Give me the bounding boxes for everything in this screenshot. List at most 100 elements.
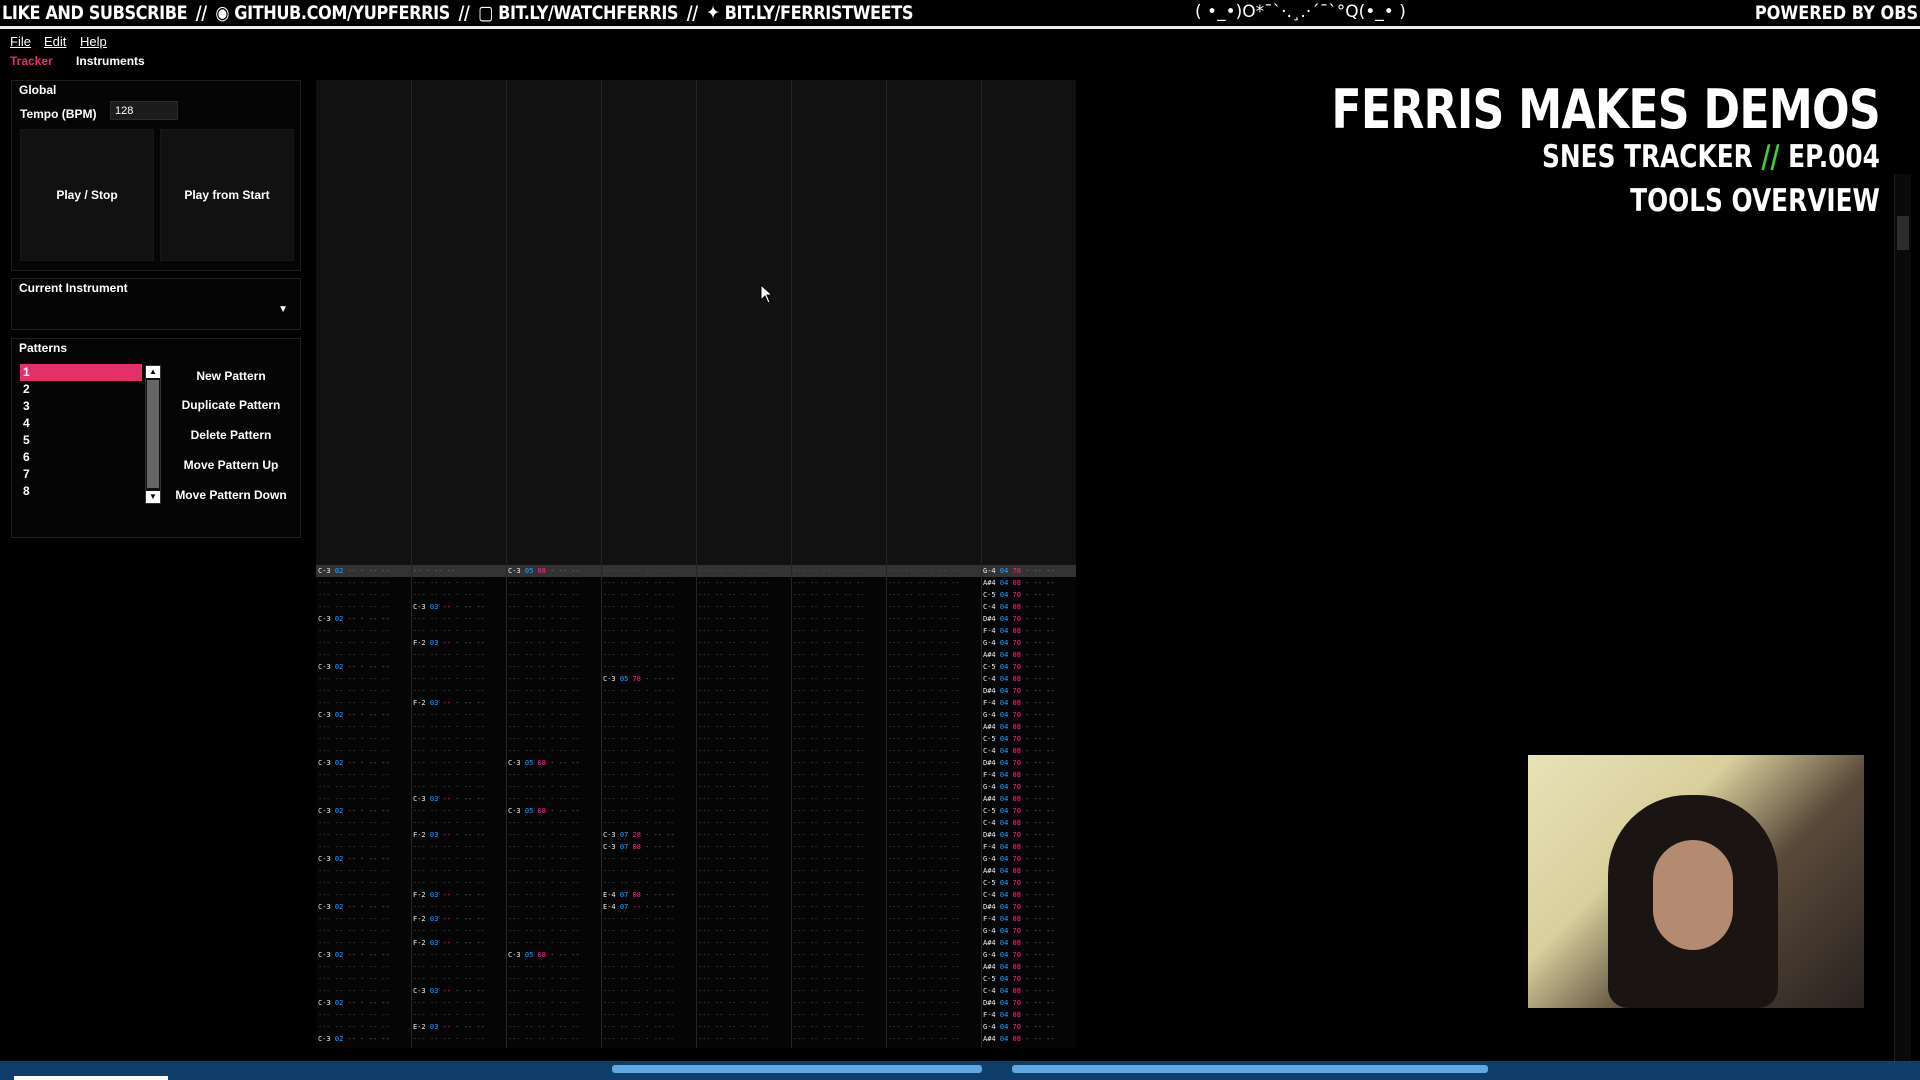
tracker-cell[interactable]: D#4 04 70 · -- -- <box>983 901 1055 913</box>
tracker-cell[interactable]: --- -- -- · -- -- <box>413 853 485 865</box>
tracker-cell[interactable]: --- -- -- · -- -- <box>888 805 960 817</box>
tracker-cell[interactable]: C-5 04 70 · -- -- <box>983 589 1055 601</box>
tracker-cell[interactable]: --- -- -- · -- -- <box>698 805 770 817</box>
tracker-cell[interactable]: --- -- -- · -- -- <box>793 709 865 721</box>
tracker-cell[interactable]: --- -- -- · -- -- <box>603 877 675 889</box>
tracker-cell[interactable]: --- -- -- · -- -- <box>698 625 770 637</box>
tracker-cell[interactable]: --- -- -- · -- -- <box>698 769 770 781</box>
tracker-cell[interactable]: D#4 04 70 · -- -- <box>983 685 1055 697</box>
tracker-cell[interactable]: --- -- -- · -- -- <box>793 853 865 865</box>
pattern-list-item[interactable]: 6 <box>20 449 142 466</box>
tracker-cell[interactable]: --- -- -- · -- -- <box>318 889 390 901</box>
tracker-cell[interactable]: F-4 04 08 · -- -- <box>983 769 1055 781</box>
tracker-cell[interactable]: --- -- -- · -- -- <box>888 637 960 649</box>
tracker-cell[interactable]: --- -- -- · -- -- <box>508 673 580 685</box>
tracker-cell[interactable]: --- -- -- · -- -- <box>508 937 580 949</box>
tracker-cell[interactable]: C-3 02 -- · -- -- <box>318 997 390 1009</box>
tracker-cell[interactable]: --- -- -- · -- -- <box>318 1009 390 1021</box>
tracker-cell[interactable]: --- -- -- · -- -- <box>888 661 960 673</box>
tracker-cell[interactable]: --- -- -- · -- -- <box>793 961 865 973</box>
tracker-cell[interactable]: --- -- -- · -- -- <box>508 913 580 925</box>
tracker-cell[interactable]: --- -- -- · -- -- <box>793 949 865 961</box>
tracker-cell[interactable]: --- -- -- · -- -- <box>888 649 960 661</box>
tracker-cell[interactable]: G-4 04 70 · -- -- <box>983 853 1055 865</box>
tab-instruments[interactable]: Instruments <box>76 54 145 68</box>
tracker-cell[interactable]: F-4 04 08 · -- -- <box>983 1009 1055 1021</box>
tracker-cell[interactable]: A#4 04 08 · -- -- <box>983 961 1055 973</box>
tracker-cell[interactable]: --- -- -- · -- -- <box>698 1033 770 1045</box>
tracker-cell[interactable]: --- -- -- · -- -- <box>603 709 675 721</box>
tracker-cell[interactable]: --- -- -- · -- -- <box>793 805 865 817</box>
window-scrollbar[interactable]: ▼ <box>1894 174 1911 1079</box>
tracker-cell[interactable]: --- -- -- · -- -- <box>793 697 865 709</box>
tracker-cell[interactable]: C-3 03 -- · -- -- <box>413 793 485 805</box>
tracker-cell[interactable]: --- -- -- · -- -- <box>603 805 675 817</box>
tracker-cell[interactable]: --- -- -- · -- -- <box>698 745 770 757</box>
tracker-cell[interactable]: C-3 03 -- · -- -- <box>413 601 485 613</box>
duplicate-pattern-button[interactable]: Duplicate Pattern <box>169 393 293 417</box>
tracker-cell[interactable]: --- -- -- · -- -- <box>888 937 960 949</box>
tracker-cell[interactable]: --- -- -- · -- -- <box>413 673 485 685</box>
tracker-cell[interactable]: D#4 04 70 · -- -- <box>983 757 1055 769</box>
tracker-cell[interactable]: --- -- -- · -- -- <box>888 589 960 601</box>
tracker-cell[interactable]: --- -- -- · -- -- <box>888 577 960 589</box>
tracker-cell[interactable]: C-5 04 70 · -- -- <box>983 877 1055 889</box>
tracker-cell[interactable]: --- -- -- · -- -- <box>698 913 770 925</box>
tracker-cell[interactable]: A#4 04 08 · -- -- <box>983 721 1055 733</box>
tracker-cell[interactable]: C-3 05 08 · -- -- <box>508 805 580 817</box>
tracker-cell[interactable]: F-4 04 08 · -- -- <box>983 841 1055 853</box>
tracker-cell[interactable]: G-4 04 70 · -- -- <box>983 709 1055 721</box>
tracker-cell[interactable]: --- -- -- · -- -- <box>793 673 865 685</box>
tracker-cell[interactable]: E-4 07 -- · -- -- <box>603 901 675 913</box>
tracker-cell[interactable]: --- -- -- · -- -- <box>698 565 770 577</box>
tracker-cell[interactable]: F-2 03 -- · -- -- <box>413 913 485 925</box>
tracker-cell[interactable]: --- -- -- · -- -- <box>318 1021 390 1033</box>
tracker-cell[interactable]: --- -- -- · -- -- <box>888 685 960 697</box>
tracker-cell[interactable]: A#4 04 08 · -- -- <box>983 1033 1055 1045</box>
tracker-cell[interactable]: --- -- -- · -- -- <box>413 1033 485 1045</box>
tracker-cell[interactable]: --- -- -- · -- -- <box>413 925 485 937</box>
scroll-down-icon[interactable]: ▼ <box>146 491 160 503</box>
tracker-cell[interactable]: --- -- -- · -- -- <box>698 961 770 973</box>
tracker-cell[interactable]: --- -- -- · -- -- <box>508 733 580 745</box>
tracker-cell[interactable]: --- -- -- · -- -- <box>793 1009 865 1021</box>
tracker-cell[interactable]: --- -- -- · -- -- <box>793 997 865 1009</box>
tracker-cell[interactable]: --- -- -- · -- -- <box>508 853 580 865</box>
tracker-cell[interactable]: --- -- -- · -- -- <box>508 1009 580 1021</box>
tracker-cell[interactable]: --- -- -- · -- -- <box>793 757 865 769</box>
pattern-list-scrollbar[interactable]: ▲ ▼ <box>145 365 161 504</box>
tracker-cell[interactable]: --- -- -- · -- -- <box>793 901 865 913</box>
tracker-cell[interactable]: --- -- -- · -- -- <box>413 973 485 985</box>
tracker-cell[interactable]: C-5 04 70 · -- -- <box>983 733 1055 745</box>
tracker-cell[interactable]: G-4 04 70 · -- -- <box>983 949 1055 961</box>
tracker-cell[interactable]: --- -- -- · -- -- <box>793 613 865 625</box>
tracker-cell[interactable]: --- -- -- · -- -- <box>603 853 675 865</box>
tracker-cell[interactable]: C-3 02 -- · -- -- <box>318 757 390 769</box>
tracker-cell[interactable]: --- -- -- · -- -- <box>603 793 675 805</box>
tracker-cell[interactable]: --- -- -- · -- -- <box>318 829 390 841</box>
tracker-cell[interactable]: --- -- -- · -- -- <box>508 973 580 985</box>
tracker-cell[interactable]: --- -- -- · -- -- <box>888 769 960 781</box>
tracker-cell[interactable]: --- -- -- · -- -- <box>508 649 580 661</box>
tracker-cell[interactable]: --- -- -- · -- -- <box>603 961 675 973</box>
tracker-cell[interactable]: --- -- -- · -- -- <box>413 613 485 625</box>
tracker-cell[interactable]: --- -- -- · -- -- <box>888 757 960 769</box>
tracker-cell[interactable]: F-2 03 -- · -- -- <box>413 637 485 649</box>
tracker-cell[interactable]: --- -- -- · -- -- <box>508 829 580 841</box>
tracker-cell[interactable]: --- -- -- · -- -- <box>603 577 675 589</box>
tab-tracker[interactable]: Tracker <box>10 54 53 68</box>
tracker-cell[interactable]: --- -- -- · -- -- <box>508 769 580 781</box>
tracker-cell[interactable]: --- -- -- · -- -- <box>793 889 865 901</box>
tracker-cell[interactable]: --- -- -- · -- -- <box>888 1009 960 1021</box>
tracker-cell[interactable]: C-4 04 08 · -- -- <box>983 817 1055 829</box>
tracker-cell[interactable]: --- -- -- · -- -- <box>698 721 770 733</box>
tracker-cell[interactable]: --- -- -- · -- -- <box>793 1033 865 1045</box>
pattern-list-item[interactable]: 4 <box>20 415 142 432</box>
tracker-cell[interactable]: --- -- -- · -- -- <box>508 709 580 721</box>
tracker-cell[interactable]: --- -- -- · -- -- <box>793 877 865 889</box>
tracker-cell[interactable]: --- -- -- · -- -- <box>508 721 580 733</box>
tracker-cell[interactable]: --- -- -- · -- -- <box>793 601 865 613</box>
tracker-cell[interactable]: --- -- -- · -- -- <box>698 709 770 721</box>
tracker-cell[interactable]: --- -- -- · -- -- <box>888 949 960 961</box>
tracker-cell[interactable]: -- · -- -- <box>413 565 455 577</box>
